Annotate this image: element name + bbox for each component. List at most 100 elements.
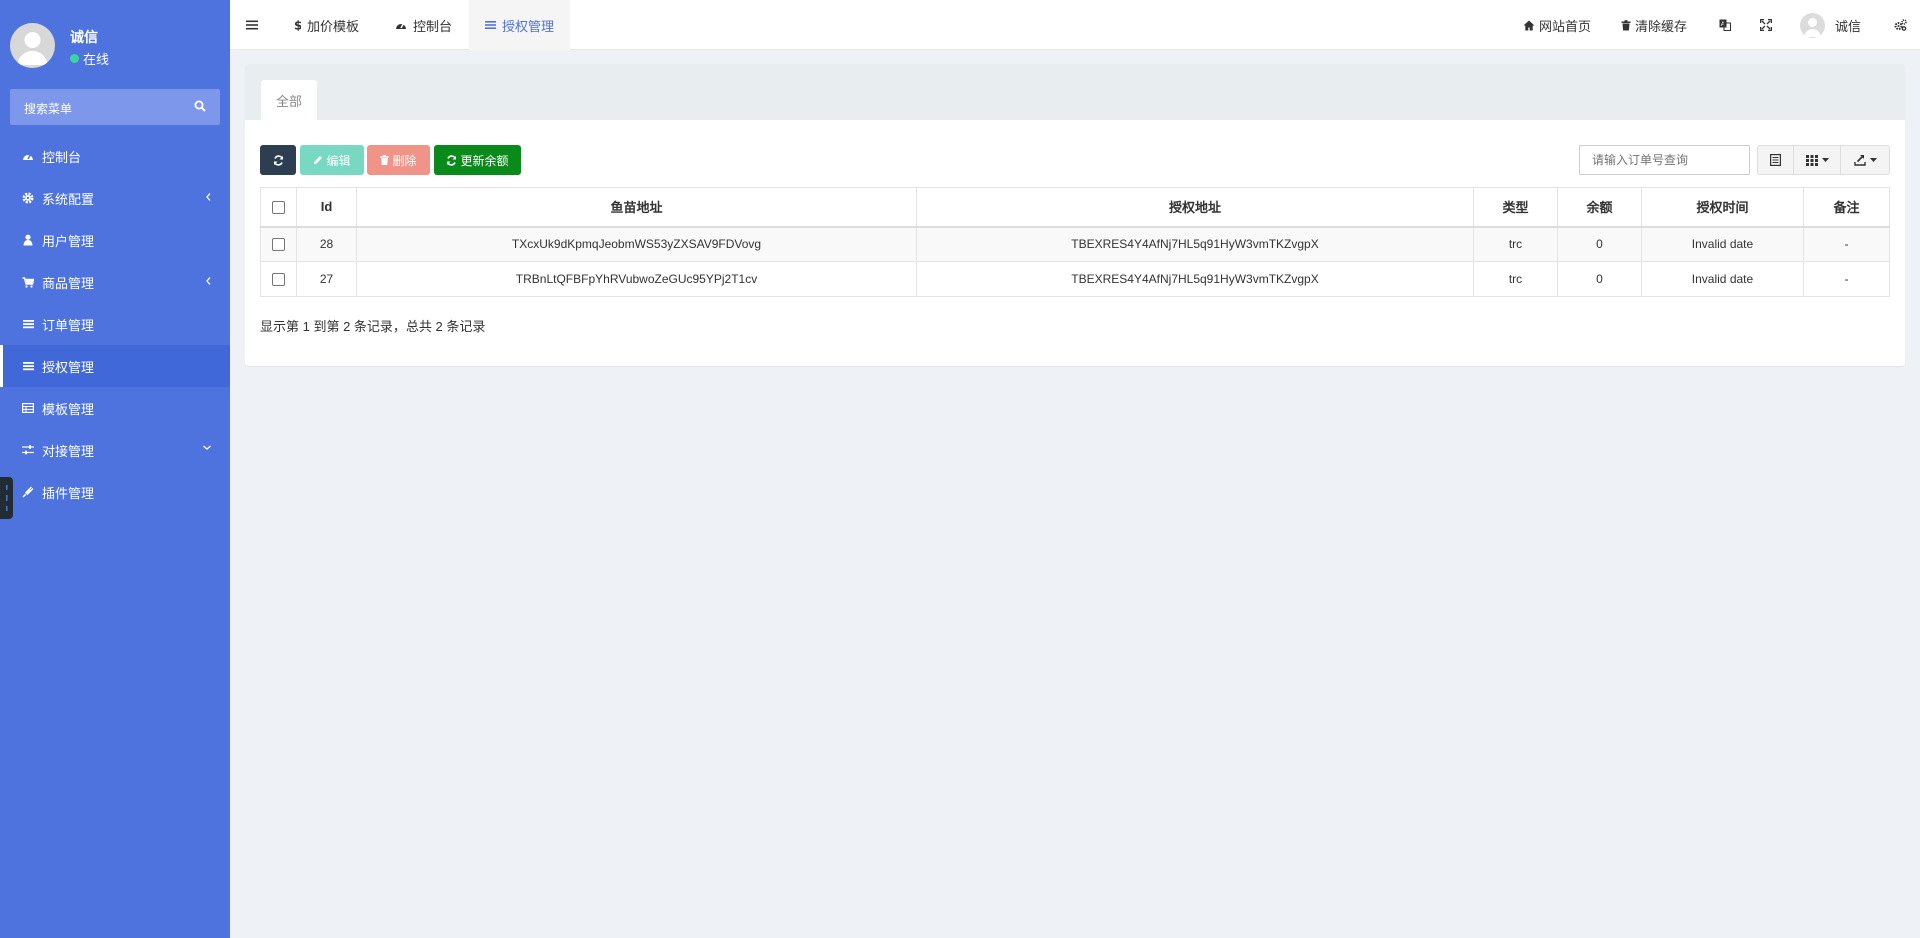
tab-dashboard[interactable]: 控制台 [395,0,452,50]
column-header[interactable]: 鱼苗地址 [356,187,917,228]
user-menu[interactable]: 诚信 [1800,0,1861,50]
chevron-left-icon [205,192,212,202]
edit-label: 编辑 [326,153,351,168]
cell-fish-address: TRBnLtQFBFpYhRVubwoZeGUc95YPj2T1cv [356,261,917,297]
export-dropdown-button[interactable] [1840,145,1890,175]
cell-remark: - [1803,261,1890,297]
svg-text:$: $ [294,19,301,31]
gears-icon[interactable] [1894,19,1907,31]
sidebar-item-label: 控制台 [42,149,82,165]
tab-all[interactable]: 全部 [261,80,317,120]
language-button[interactable]: A [1719,0,1731,50]
cell-balance: 0 [1557,261,1642,297]
fullscreen-icon[interactable] [1760,19,1772,31]
tab-label: 控制台 [413,18,453,34]
column-header[interactable]: Id [296,187,357,228]
update-balance-button[interactable]: 更新余额 [434,145,521,175]
table-row[interactable]: 27 TRBnLtQFBFpYhRVubwoZeGUc95YPj2T1cv TB… [260,261,1890,297]
site-home-link[interactable]: 网站首页 [1523,0,1591,50]
sidebar-item-templates[interactable]: 模板管理 [0,387,230,429]
online-status-icon [70,54,79,63]
sidebar-item-label: 商品管理 [42,275,95,291]
caret-down-icon [1821,158,1829,162]
sidebar-toggle[interactable] [246,0,258,50]
plug-icon [22,486,34,498]
site-home-label: 网站首页 [1539,18,1592,34]
select-all-cell [260,187,297,228]
row-checkbox[interactable] [272,273,285,287]
list-view-icon [1770,154,1781,166]
menu-icon[interactable] [246,20,258,30]
column-header[interactable]: 授权地址 [916,187,1474,228]
row-checkbox[interactable] [272,238,285,252]
cell-fish-address: TXcxUk9dKpmqJeobmWS53yZXSAV9FDVovg [356,226,917,262]
column-header[interactable]: 余额 [1557,187,1642,228]
sidebar-item-label: 订单管理 [42,317,95,333]
table-header-row: Id 鱼苗地址 授权地址 类型 余额 授权时间 备注 [260,187,1890,228]
table-row[interactable]: 28 TXcxUk9dKpmqJeobmWS53yZXSAV9FDVovg TB… [260,226,1890,262]
cell-id: 27 [296,261,357,297]
edit-button[interactable]: 编辑 [300,145,364,175]
user-icon [22,234,34,246]
select-all-checkbox[interactable] [272,201,285,215]
translate-icon[interactable]: A [1719,19,1731,31]
user-status: 在线 [70,49,109,68]
home-icon [1523,20,1535,31]
tab-price-template[interactable]: $ 加价模板 [294,0,359,50]
sidebar-item-label: 模板管理 [42,401,95,417]
row-select-cell [260,226,297,262]
user-status-label: 在线 [83,52,110,67]
update-balance-label: 更新余额 [460,153,509,168]
toggle-view-button[interactable] [1757,145,1794,175]
list-icon [485,20,496,30]
avatar [1800,12,1825,38]
column-header[interactable]: 类型 [1473,187,1558,228]
cell-auth-address: TBEXRES4Y4AfNj7HL5q91HyW3vmTKZvgpX [916,261,1474,297]
search-icon[interactable] [194,100,206,112]
trash-icon [380,155,390,165]
menu-search-input[interactable]: 搜索菜单 [10,89,220,125]
order-search-input[interactable] [1579,145,1750,175]
column-header[interactable]: 授权时间 [1641,187,1804,228]
list-icon [22,360,34,372]
pencil-icon [313,155,323,165]
sliders-icon [22,444,34,456]
sidebar-item-orders[interactable]: 订单管理 [0,303,230,345]
sidebar-item-dashboard[interactable]: 控制台 [0,135,230,177]
grid-icon [1805,154,1818,166]
refresh-icon [446,154,457,166]
user-panel: 诚信 在线 [0,0,230,80]
chevron-left-icon [205,276,212,286]
cell-balance: 0 [1557,226,1642,262]
auth-table: Id 鱼苗地址 授权地址 类型 余额 授权时间 备注 28 TXcxUk9dKp… [260,187,1890,297]
sidebar: 诚信 在线 搜索菜单 控制台 系统配置 用户管理 商品管理 订单管理 授权管理 … [0,0,230,938]
dashboard-icon [395,20,407,30]
cell-id: 28 [296,226,357,262]
sidebar-item-label: 用户管理 [42,233,95,249]
sidebar-handle[interactable] [0,477,13,519]
tab-auth-management[interactable]: 授权管理 [469,0,571,50]
clear-cache-label: 清除缓存 [1635,18,1688,34]
fullscreen-button[interactable] [1760,0,1772,50]
dollar-icon: $ [294,19,301,31]
top-navbar: $ 加价模板 控制台 授权管理 网站首页 清除缓存 A 诚信 [230,0,1920,50]
sidebar-item-users[interactable]: 用户管理 [0,219,230,261]
sidebar-item-system-config[interactable]: 系统配置 [0,177,230,219]
top-user-name: 诚信 [1835,18,1862,34]
columns-dropdown-button[interactable] [1793,145,1841,175]
clear-cache-button[interactable]: 清除缓存 [1621,0,1687,50]
menu-search-placeholder: 搜索菜单 [24,102,73,116]
delete-button[interactable]: 删除 [367,145,430,175]
cell-remark: - [1803,226,1890,262]
sidebar-item-label: 对接管理 [42,443,95,459]
sidebar-item-plugins[interactable]: 插件管理 [0,471,230,513]
sidebar-item-auth[interactable]: 授权管理 [0,345,230,387]
sidebar-item-products[interactable]: 商品管理 [0,261,230,303]
avatar [10,23,55,68]
gear-icon [22,192,34,204]
column-header[interactable]: 备注 [1803,187,1890,228]
delete-label: 删除 [392,153,417,168]
refresh-button[interactable] [260,145,296,175]
sidebar-item-integration[interactable]: 对接管理 [0,429,230,471]
settings-button[interactable] [1894,0,1907,50]
